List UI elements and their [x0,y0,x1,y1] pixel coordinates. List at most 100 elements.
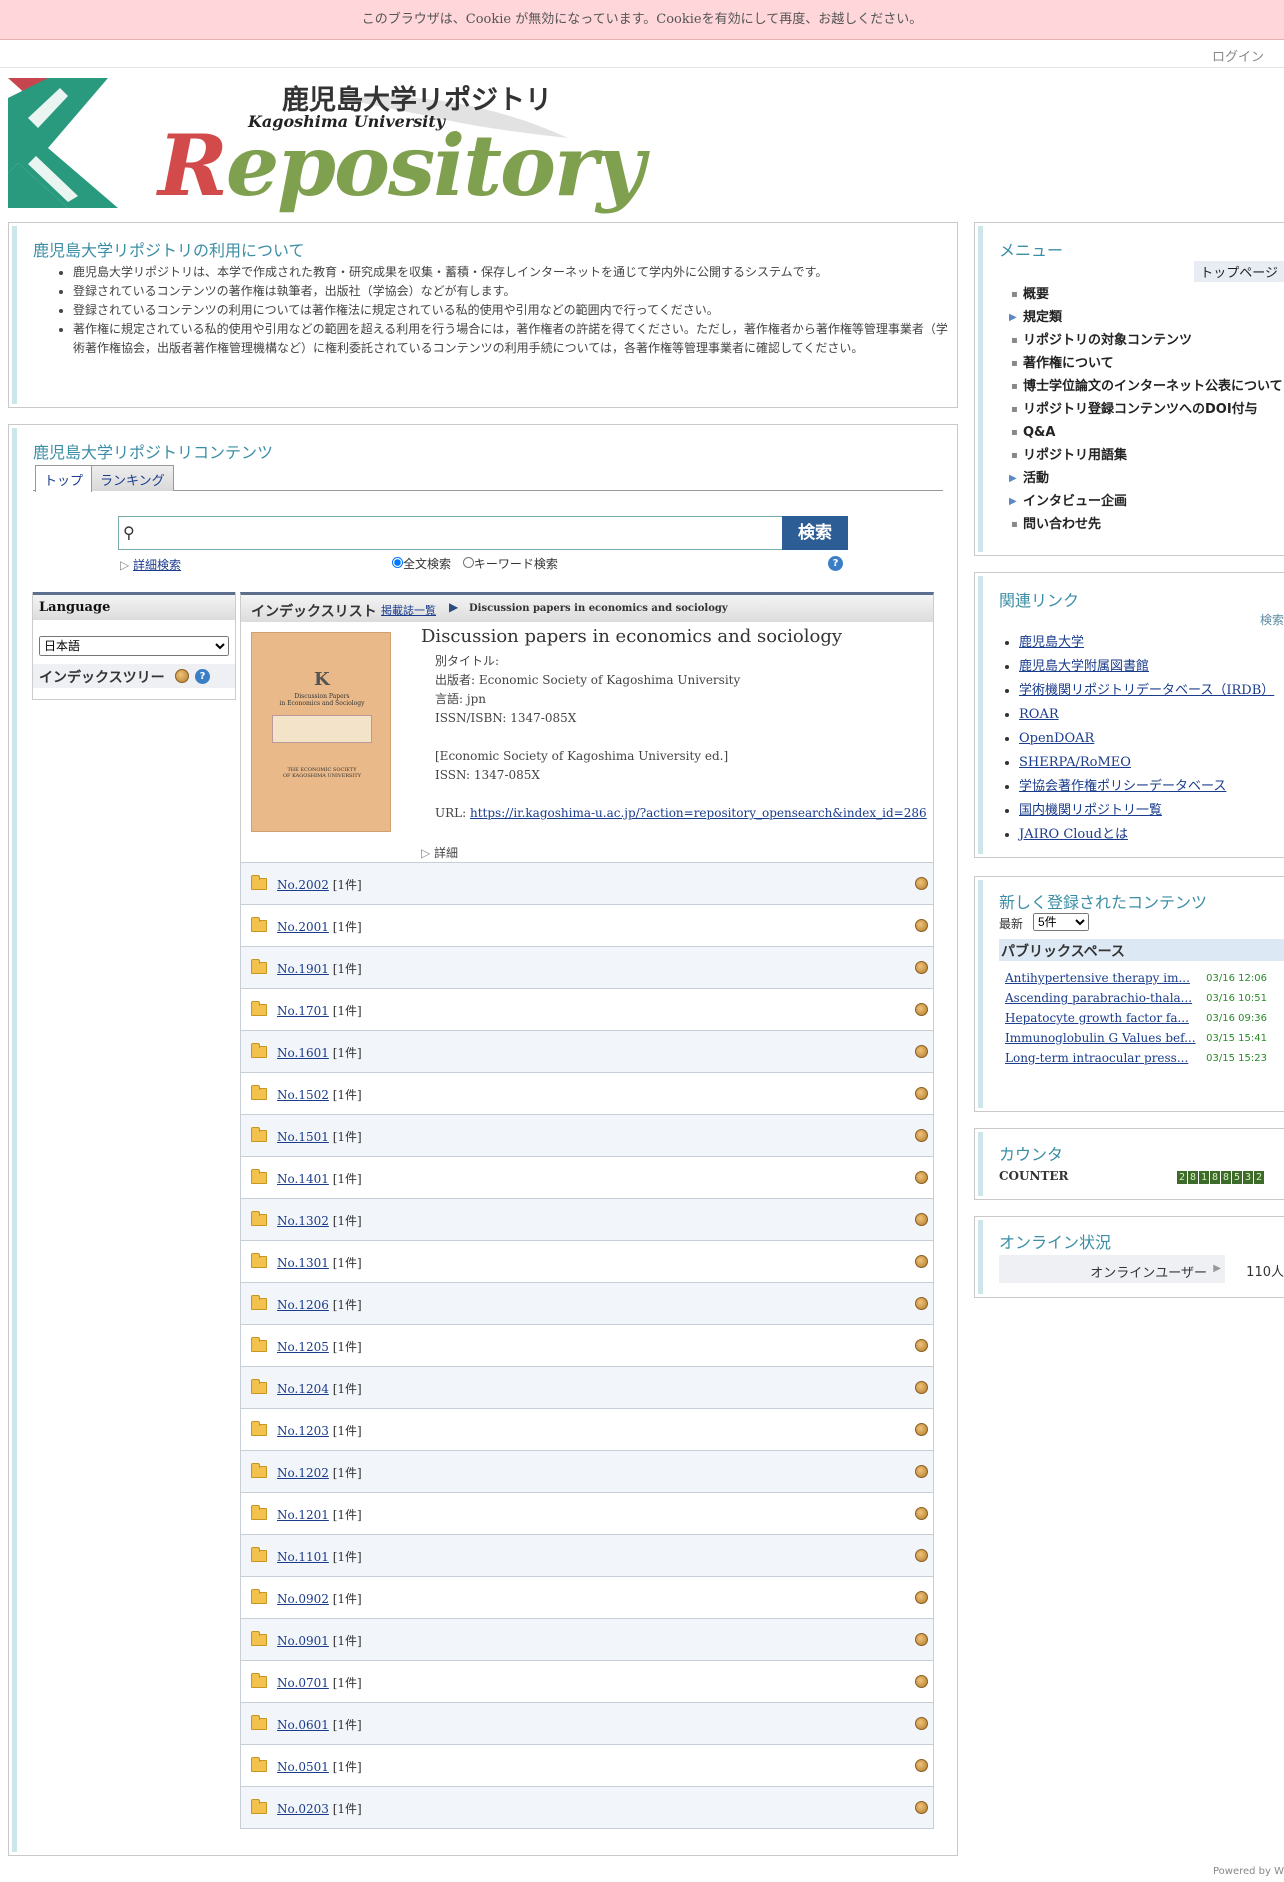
issue-link[interactable]: No.2001 [277,920,329,934]
new-item-link[interactable]: Long-term intraocular press... [1005,1051,1188,1065]
rss-icon[interactable] [915,1171,928,1184]
rss-icon[interactable] [915,1675,928,1688]
issue-link[interactable]: No.1501 [277,1130,329,1144]
menu-item[interactable]: 規定類 [1007,306,1283,329]
related-link[interactable]: SHERPA/RoMEO [1019,755,1131,770]
login-link[interactable]: ログイン [1212,46,1264,65]
related-link[interactable]: 国内機関リポジトリ一覧 [1019,803,1162,818]
new-item-link[interactable]: Immunoglobulin G Values bef... [1005,1031,1196,1045]
menu-item[interactable]: 活動 [1007,467,1283,490]
issue-link[interactable]: No.1502 [277,1088,329,1102]
issue-count: [1件] [332,1718,362,1732]
menu-item[interactable]: 著作権について [1007,352,1283,375]
issue-link[interactable]: No.0501 [277,1760,329,1774]
rss-icon[interactable] [915,1129,928,1142]
rss-icon[interactable] [915,961,928,974]
repository-logo[interactable]: 鹿児島大学リポジトリ Kagoshima University Reposito… [8,78,645,212]
rss-icon[interactable] [915,1549,928,1562]
tab-top[interactable]: トップ [35,465,93,492]
issue-link[interactable]: No.1701 [277,1004,329,1018]
rss-icon[interactable] [915,1507,928,1520]
radio-keyword[interactable] [462,557,474,568]
rss-icon[interactable] [915,1591,928,1604]
related-link[interactable]: 学術機関リポジトリデータベース（IRDB） [1019,683,1274,698]
rss-icon[interactable] [915,1003,928,1016]
related-search[interactable]: 検索 [1260,611,1284,628]
menu-item[interactable]: インタビュー企画 [1007,490,1283,513]
help-icon[interactable]: ? [195,669,210,684]
rss-icon[interactable] [915,1087,928,1100]
detail-toggle[interactable]: ▷ 詳細 [421,844,458,861]
journal-url-link[interactable]: https://ir.kagoshima-u.ac.jp/?action=rep… [470,806,927,820]
advanced-search[interactable]: ▷ 詳細検索 [120,556,181,573]
related-link[interactable]: ROAR [1019,707,1059,722]
rss-icon[interactable] [915,1423,928,1436]
rss-icon[interactable] [915,1213,928,1226]
language-select[interactable]: 日本語 [39,636,229,656]
issue-count: [1件] [332,1802,362,1816]
rss-icon[interactable] [915,1759,928,1772]
issue-link[interactable]: No.1401 [277,1172,329,1186]
search-button[interactable]: 検索 [782,516,848,550]
rss-icon[interactable] [915,1339,928,1352]
menu-item[interactable]: Q&A [1007,421,1283,444]
menu-item[interactable]: 博士学位論文のインターネット公表について [1007,375,1283,398]
tab-ranking[interactable]: ランキング [91,465,174,491]
rss-icon[interactable] [915,1297,928,1310]
issue-link[interactable]: No.1301 [277,1256,329,1270]
triangle-icon: ▷ [120,558,134,572]
new-item: Long-term intraocular press... 03/15 15:2… [1005,1051,1267,1065]
rss-icon[interactable] [915,1045,928,1058]
folder-icon [251,1211,267,1226]
latest-count-select[interactable]: 5件 [1033,913,1089,931]
issue-link[interactable]: No.1601 [277,1046,329,1060]
issue-link[interactable]: No.1302 [277,1214,329,1228]
radio-fulltext[interactable] [392,557,403,568]
issue-link[interactable]: No.0901 [277,1634,329,1648]
counter-digits: 28188532 [1177,1169,1265,1184]
rss-icon[interactable] [915,877,928,890]
rss-icon[interactable] [915,919,928,932]
rss-icon[interactable] [915,1465,928,1478]
rss-icon[interactable] [915,1255,928,1268]
breadcrumb-arrow-icon: ▶ [449,600,459,614]
rss-icon[interactable] [175,669,189,683]
issue-link[interactable]: No.0902 [277,1592,329,1606]
new-item-link[interactable]: Antihypertensive therapy im... [1005,971,1190,985]
related-link[interactable]: 鹿児島大学附属図書館 [1019,659,1149,674]
issue-link[interactable]: No.1205 [277,1340,329,1354]
index-tree-header: インデックスツリー ? [33,664,235,688]
menu-item[interactable]: 問い合わせ先 [1007,513,1283,536]
breadcrumb-journals-link[interactable]: 掲載誌一覧 [381,602,436,618]
related-link[interactable]: 鹿児島大学 [1019,635,1084,650]
new-item-link[interactable]: Hepatocyte growth factor fa... [1005,1011,1189,1025]
menu-item[interactable]: リポジトリ用語集 [1007,444,1283,467]
menu-item[interactable]: 概要 [1007,283,1283,306]
top-page-link[interactable]: トップページ [1194,261,1284,282]
issue-link[interactable]: No.1206 [277,1298,329,1312]
help-icon[interactable]: ? [828,556,843,571]
issue-link[interactable]: No.0601 [277,1718,329,1732]
issue-link[interactable]: No.1202 [277,1466,329,1480]
rss-icon[interactable] [915,1717,928,1730]
related-link[interactable]: OpenDOAR [1019,731,1094,746]
rss-icon[interactable] [915,1801,928,1814]
counter-digit: 1 [1199,1171,1209,1184]
related-link[interactable]: 学協会著作権ポリシーデータベース [1019,779,1226,794]
issue-link[interactable]: No.1204 [277,1382,329,1396]
rss-icon[interactable] [915,1633,928,1646]
issue-link[interactable]: No.1201 [277,1508,329,1522]
menu-item[interactable]: リポジトリ登録コンテンツへのDOI付与 [1007,398,1283,421]
advanced-search-link[interactable]: 詳細検索 [133,558,181,572]
rss-icon[interactable] [915,1381,928,1394]
issue-link[interactable]: No.1203 [277,1424,329,1438]
related-link[interactable]: JAIRO Cloudとは [1019,827,1128,842]
issue-link[interactable]: No.0701 [277,1676,329,1690]
issue-link[interactable]: No.2002 [277,878,329,892]
issue-link[interactable]: No.1901 [277,962,329,976]
issue-link[interactable]: No.1101 [277,1550,329,1564]
new-item-link[interactable]: Ascending parabrachio-thala... [1005,991,1192,1005]
search-input[interactable]: ⚲ [118,516,784,550]
menu-item[interactable]: リポジトリの対象コンテンツ [1007,329,1283,352]
issue-link[interactable]: No.0203 [277,1802,329,1816]
